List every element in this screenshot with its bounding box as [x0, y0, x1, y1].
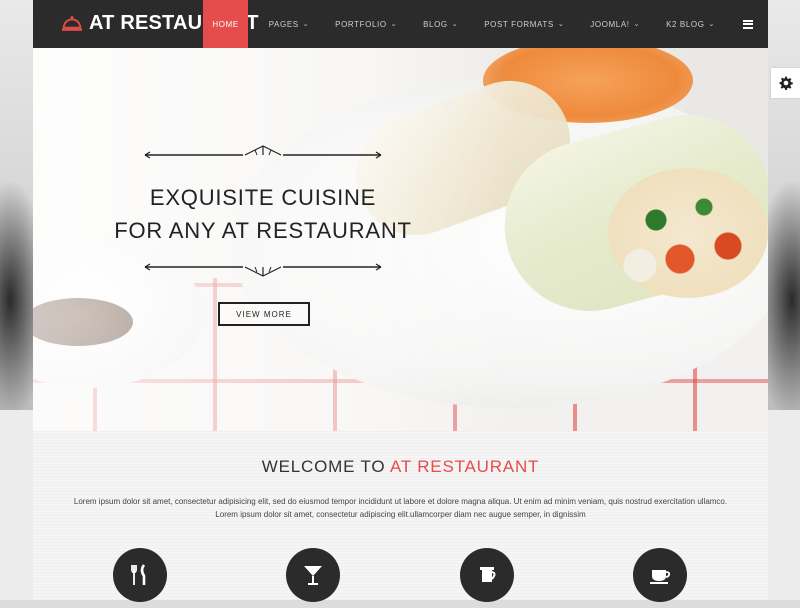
nav-item-label: K2 BLOG	[666, 19, 705, 29]
nav-item-label: PAGES	[268, 19, 299, 29]
welcome-title: WELCOME TO AT RESTAURANT	[33, 457, 768, 477]
chevron-down-icon: ⌄	[708, 21, 715, 28]
hero-caption: EXQUISITE CUISINE FOR ANY AT RESTAURANT	[93, 143, 433, 279]
view-more-button[interactable]: VIEW MORE	[218, 302, 310, 326]
cloche-icon	[61, 15, 83, 31]
hero-headline-line1: EXQUISITE CUISINE	[149, 185, 377, 210]
cutlery-icon[interactable]	[113, 548, 167, 602]
chevron-down-icon: ⌄	[451, 21, 459, 28]
hero-slider: EXQUISITE CUISINE FOR ANY AT RESTAURANT …	[33, 48, 768, 431]
nav-item-portfolio[interactable]: PORTFOLIO ⌄	[322, 0, 410, 48]
main-nav: HOME PAGES ⌄ PORTFOLIO ⌄ BLOG ⌄ POST FOR…	[203, 0, 768, 48]
welcome-title-highlight: AT RESTAURANT	[389, 457, 540, 476]
nav-item-label: HOME	[212, 19, 239, 29]
nav-item-joomla[interactable]: JOOMLA! ⌄	[577, 0, 653, 48]
hero-headline: EXQUISITE CUISINE FOR ANY AT RESTAURANT	[93, 181, 433, 247]
nav-item-blog[interactable]: BLOG ⌄	[410, 0, 471, 48]
chevron-down-icon: ⌄	[390, 21, 398, 28]
ornament-top-icon	[144, 145, 382, 159]
nav-item-pages[interactable]: PAGES ⌄	[256, 0, 322, 48]
nav-item-label: PORTFOLIO	[335, 19, 387, 29]
nav-item-home[interactable]: HOME	[203, 0, 248, 48]
coffee-cup-icon[interactable]	[633, 548, 687, 602]
cocktail-icon[interactable]	[286, 548, 340, 602]
ornament-bottom-icon	[144, 263, 382, 277]
nav-item-label: JOOMLA!	[590, 19, 630, 29]
site-container: AT RESTAURANT HOME PAGES ⌄ PORTFOLIO ⌄ B…	[33, 0, 768, 602]
coffee-pot-icon[interactable]	[460, 548, 514, 602]
settings-gear-button[interactable]	[771, 68, 800, 98]
hamburger-icon[interactable]	[728, 0, 768, 48]
feature-icons	[33, 548, 768, 608]
nav-item-label: BLOG	[423, 19, 448, 29]
nav-item-post-formats[interactable]: POST FORMATS ⌄	[471, 0, 577, 48]
welcome-body: Lorem ipsum dolor sit amet, consectetur …	[73, 497, 728, 519]
gear-icon	[779, 76, 793, 90]
chevron-down-icon: ⌄	[633, 21, 641, 28]
chevron-down-icon: ⌄	[557, 21, 565, 28]
nav-item-k2-blog[interactable]: K2 BLOG ⌄	[653, 0, 728, 48]
welcome-title-prefix: WELCOME TO	[261, 457, 386, 476]
nav-item-label: POST FORMATS	[484, 19, 554, 29]
header: AT RESTAURANT HOME PAGES ⌄ PORTFOLIO ⌄ B…	[33, 0, 768, 48]
chevron-down-icon: ⌄	[302, 21, 310, 28]
hero-headline-line2: FOR ANY AT RESTAURANT	[114, 218, 412, 243]
welcome-section: WELCOME TO AT RESTAURANT Lorem ipsum dol…	[33, 431, 768, 602]
